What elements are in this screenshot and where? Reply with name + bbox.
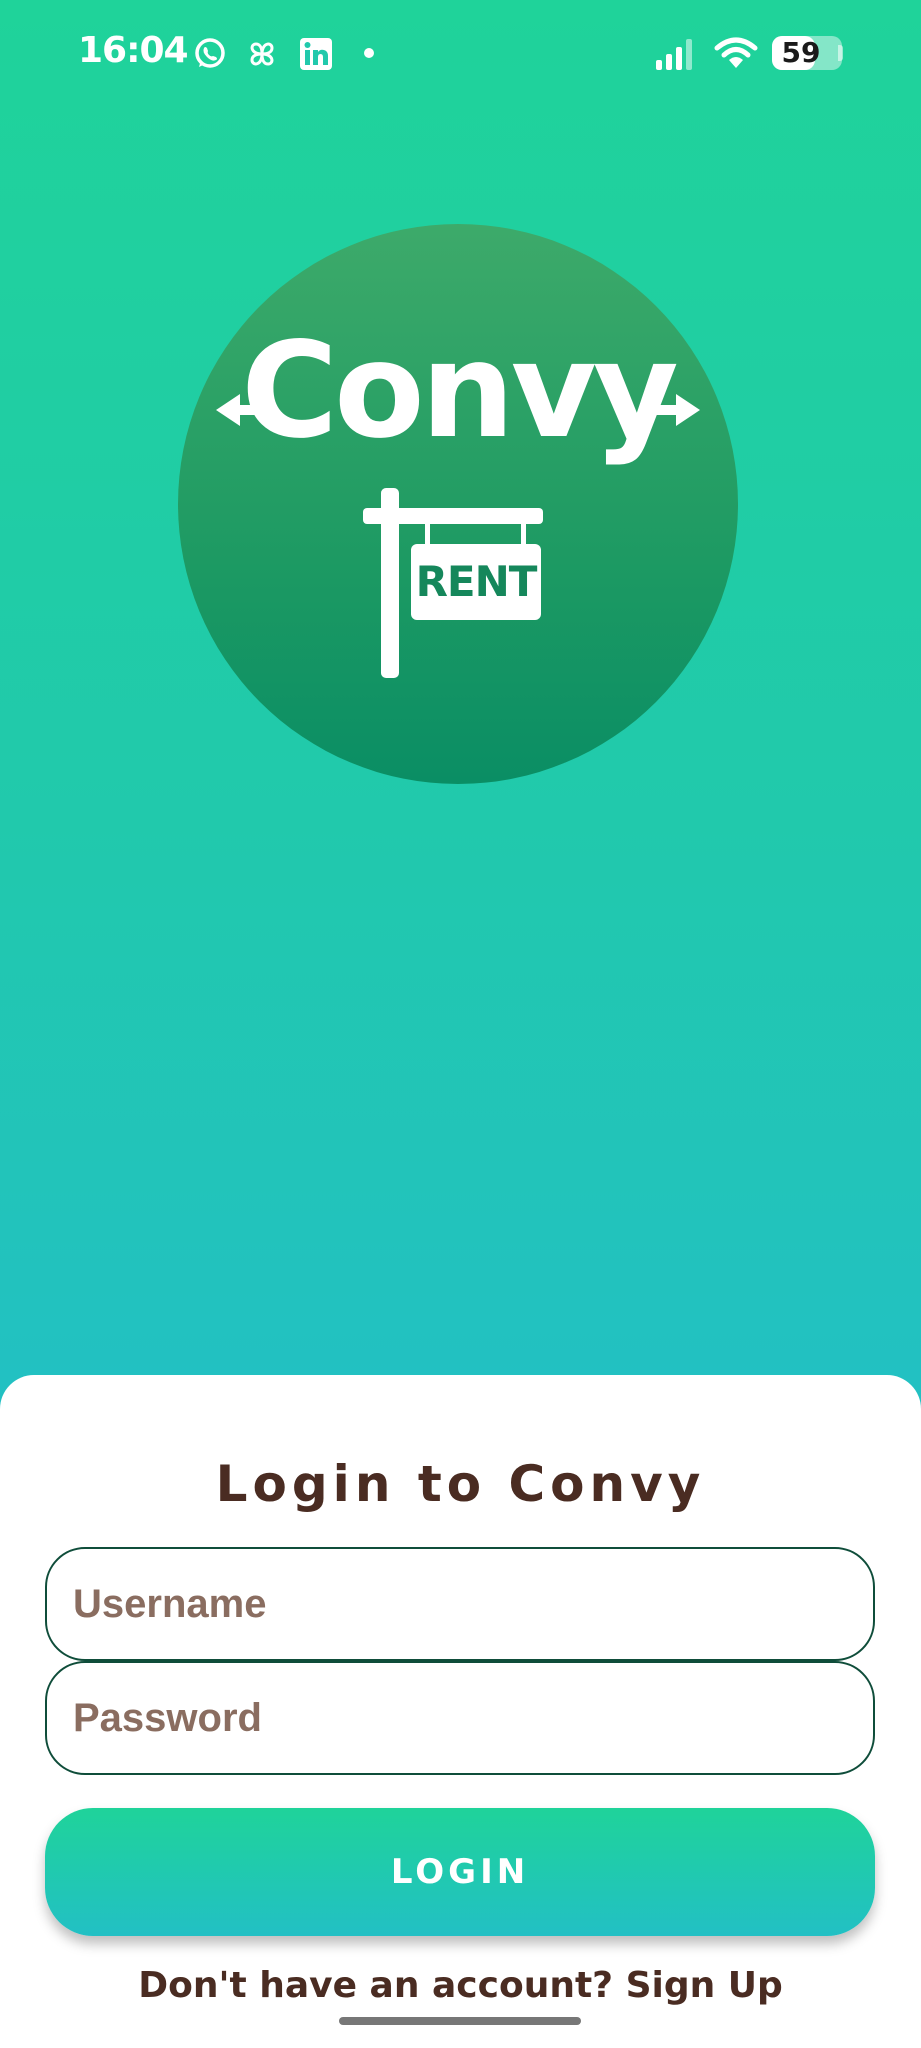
logo-arrows-icon	[216, 394, 700, 678]
login-title: Login to Convy	[215, 1455, 706, 1513]
battery-level: 59	[781, 36, 821, 69]
battery-cap	[838, 45, 843, 61]
whatsapp-icon	[195, 38, 225, 68]
username-input[interactable]	[47, 1549, 873, 1659]
rent-sign: RENT	[411, 544, 541, 620]
password-field-container	[45, 1661, 875, 1775]
logo-brand-text: Convy	[241, 314, 679, 468]
home-indicator[interactable]	[339, 2017, 581, 2025]
login-card: Login to Convy LOGIN Don't have an accou…	[0, 1375, 921, 2048]
app-logo: Convy RENT	[178, 224, 738, 784]
pinwheel-icon	[250, 42, 274, 66]
status-bar: 16:04 59	[0, 0, 921, 110]
status-time: 16:04	[78, 30, 189, 71]
signal-icon	[656, 39, 692, 70]
username-field-container	[45, 1547, 875, 1661]
password-input[interactable]	[47, 1663, 873, 1773]
dot-icon	[364, 48, 374, 58]
signup-link[interactable]: Don't have an account? Sign Up	[0, 1965, 921, 2006]
wifi-icon	[714, 37, 758, 68]
battery-icon: 59	[772, 36, 842, 70]
linkedin-icon	[300, 38, 332, 70]
login-button[interactable]: LOGIN	[45, 1808, 875, 1936]
